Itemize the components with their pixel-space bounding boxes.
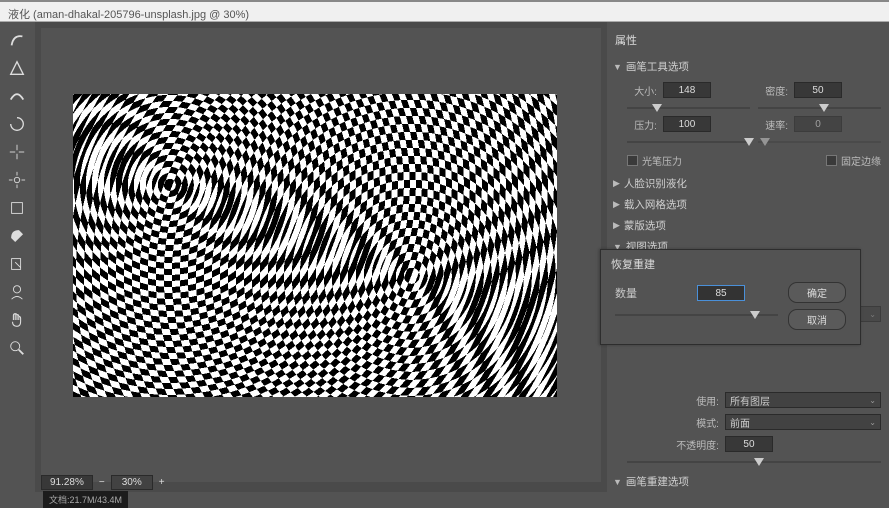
canvas-image	[73, 94, 557, 397]
panel-title: 属性	[613, 28, 881, 56]
section-brush-reconstruct[interactable]: ▼画笔重建选项	[613, 471, 881, 492]
density-slider[interactable]	[758, 103, 881, 113]
window-title: 液化 (aman-dhakal-205796-unsplash.jpg @ 30…	[8, 9, 249, 21]
size-label: 大小:	[627, 83, 657, 98]
restore-reconstruct-dialog: 恢复重建 数量 确定 取消	[600, 249, 861, 345]
chevron-down-icon: ⌄	[869, 418, 876, 427]
section-brush-tool-options[interactable]: ▼画笔工具选项	[613, 56, 881, 77]
dialog-cancel-button[interactable]: 取消	[788, 309, 846, 330]
triangle-down-icon: ▼	[613, 477, 622, 487]
forward-warp-tool-icon[interactable]	[6, 30, 28, 50]
amount-slider[interactable]	[615, 310, 778, 320]
window-titlebar: 液化 (aman-dhakal-205796-unsplash.jpg @ 30…	[0, 0, 889, 22]
density-input[interactable]	[794, 82, 842, 98]
size-slider[interactable]	[627, 103, 750, 113]
dialog-title: 恢复重建	[601, 250, 860, 276]
dialog-ok-button[interactable]: 确定	[788, 282, 846, 303]
chevron-down-icon: ⌄	[869, 310, 876, 319]
mode-label: 模式:	[669, 415, 719, 430]
mode-select[interactable]: 前面⌄	[725, 414, 881, 430]
section-load-mesh[interactable]: ▶载入网格选项	[613, 194, 881, 215]
zoom-percent[interactable]: 91.28%	[41, 475, 93, 490]
canvas-area: 91.28% − 30% + 文档:21.7M/43.4M	[35, 22, 607, 492]
hand-tool-icon[interactable]	[6, 310, 28, 330]
pressure-label: 压力:	[627, 117, 657, 132]
pressure-input[interactable]	[663, 116, 711, 132]
triangle-right-icon: ▶	[613, 199, 620, 210]
freeze-mask-tool-icon[interactable]	[6, 226, 28, 246]
pucker-tool-icon[interactable]	[6, 142, 28, 162]
push-left-tool-icon[interactable]	[6, 198, 28, 218]
opacity-label: 不透明度:	[669, 437, 719, 452]
twirl-tool-icon[interactable]	[6, 114, 28, 134]
triangle-right-icon: ▶	[613, 220, 620, 231]
zoom-tool-icon[interactable]	[6, 338, 28, 358]
triangle-down-icon: ▼	[613, 62, 622, 72]
zoom-dropdown[interactable]: 30%	[111, 475, 153, 490]
density-label: 密度:	[758, 83, 788, 98]
size-input[interactable]	[663, 82, 711, 98]
zoom-plus-icon[interactable]: +	[159, 477, 165, 488]
smooth-tool-icon[interactable]	[6, 86, 28, 106]
zoom-minus-icon[interactable]: −	[99, 477, 105, 488]
opacity-input[interactable]	[725, 436, 773, 452]
section-mask-options[interactable]: ▶蒙版选项	[613, 215, 881, 236]
stylus-pressure-checkbox[interactable]: 光笔压力	[627, 153, 682, 168]
chevron-down-icon: ⌄	[869, 396, 876, 405]
use-select[interactable]: 所有图层⌄	[725, 392, 881, 408]
use-label: 使用:	[669, 393, 719, 408]
bloat-tool-icon[interactable]	[6, 170, 28, 190]
pressure-slider[interactable]	[627, 137, 750, 147]
rate-slider[interactable]	[758, 137, 881, 147]
rate-label: 速率:	[758, 117, 788, 132]
triangle-right-icon: ▶	[613, 178, 620, 189]
amount-label: 数量	[615, 285, 637, 301]
reconstruct-tool-icon[interactable]	[6, 58, 28, 78]
face-tool-icon[interactable]	[6, 282, 28, 302]
rate-input[interactable]	[794, 116, 842, 132]
section-face-liquify[interactable]: ▶人脸识别液化	[613, 173, 881, 194]
pin-edges-checkbox[interactable]: 固定边缘	[826, 153, 881, 168]
canvas-viewport[interactable]	[41, 28, 601, 482]
tool-toolbar	[0, 22, 35, 492]
thaw-mask-tool-icon[interactable]	[6, 254, 28, 274]
opacity-slider[interactable]	[627, 457, 881, 467]
amount-input[interactable]	[697, 285, 745, 301]
